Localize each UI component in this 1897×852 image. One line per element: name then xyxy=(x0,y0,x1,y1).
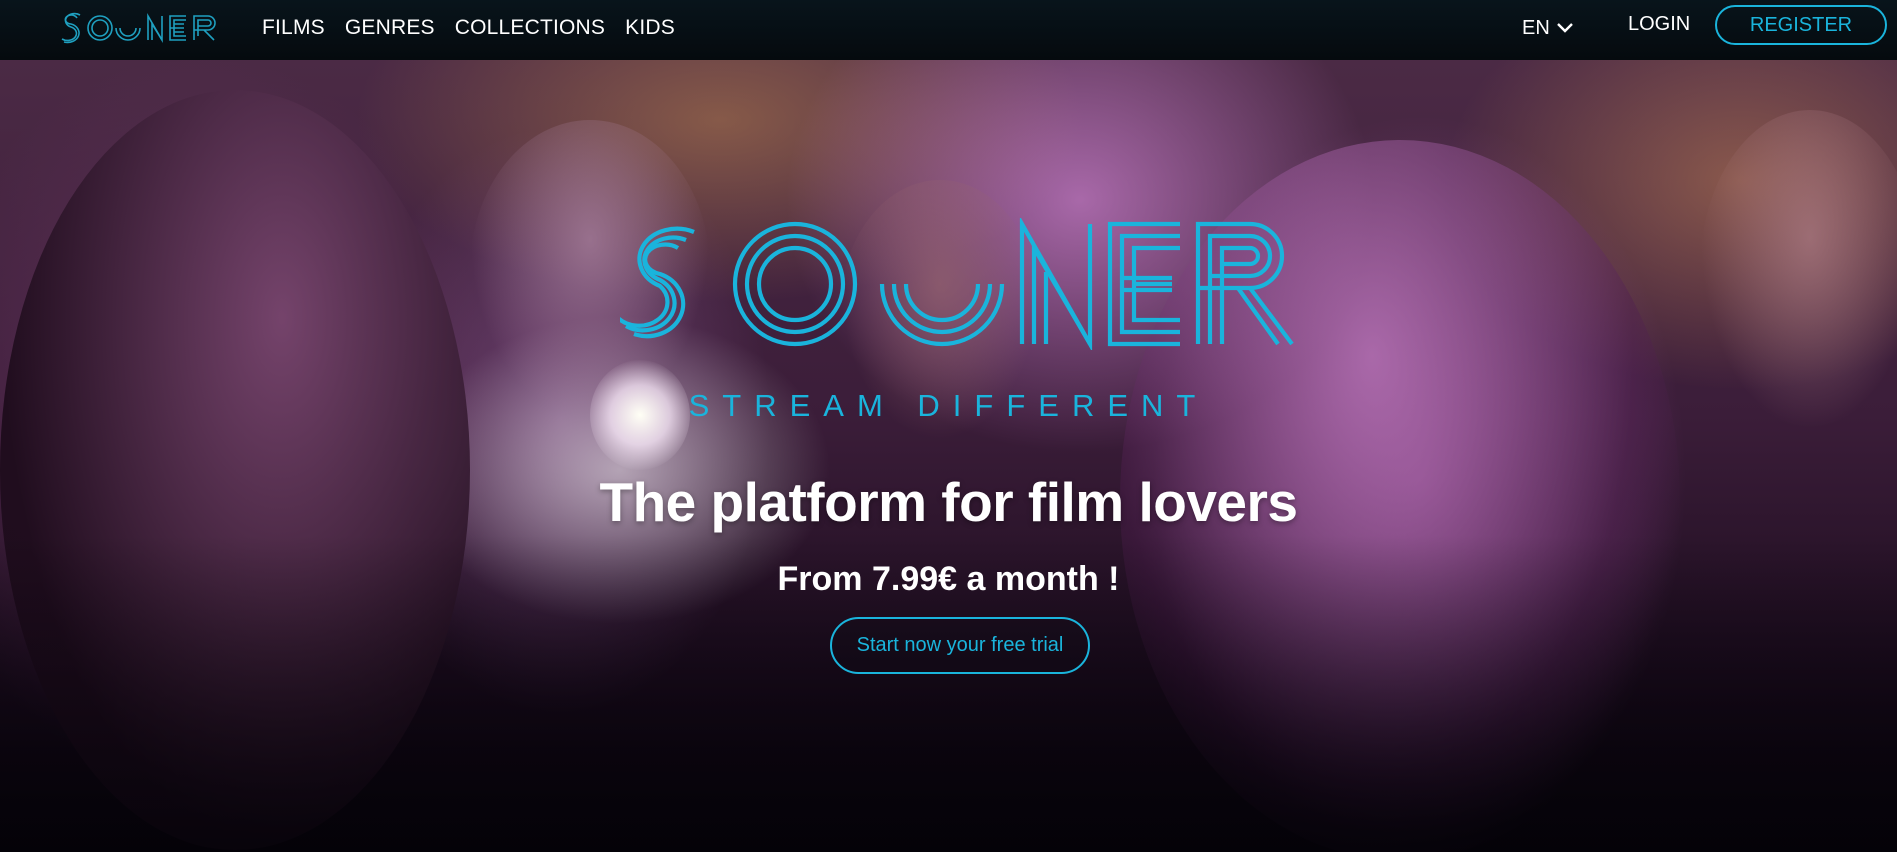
nav-kids-link[interactable]: KIDS xyxy=(625,16,675,40)
sooner-logo[interactable] xyxy=(58,6,223,50)
hero-price-text: From 7.99€ a month ! xyxy=(777,560,1120,598)
language-label: EN xyxy=(1522,16,1550,39)
nav-collections-link[interactable]: COLLECTIONS xyxy=(455,16,605,40)
hero-bottom-fade xyxy=(0,60,1897,852)
free-trial-button[interactable]: Start now your free trial xyxy=(830,617,1090,674)
hero-headline: The platform for film lovers xyxy=(599,471,1298,533)
chevron-down-icon xyxy=(1556,23,1573,33)
page: FILMS GENRES COLLECTIONS KIDS EN LOGIN R… xyxy=(0,0,1897,852)
register-button[interactable]: REGISTER xyxy=(1715,5,1887,45)
nav-genres-link[interactable]: GENRES xyxy=(345,16,435,40)
hero-tagline: STREAM DIFFERENT xyxy=(688,388,1209,423)
language-selector[interactable]: EN xyxy=(1522,14,1574,42)
login-link[interactable]: LOGIN xyxy=(1628,13,1690,36)
top-navigation-bar: FILMS GENRES COLLECTIONS KIDS EN LOGIN R… xyxy=(0,0,1897,60)
hero-background-image xyxy=(0,60,1897,852)
nav-films-link[interactable]: FILMS xyxy=(262,16,325,40)
main-navigation: FILMS GENRES COLLECTIONS KIDS xyxy=(262,0,675,56)
hero-sooner-logo xyxy=(620,218,1294,350)
